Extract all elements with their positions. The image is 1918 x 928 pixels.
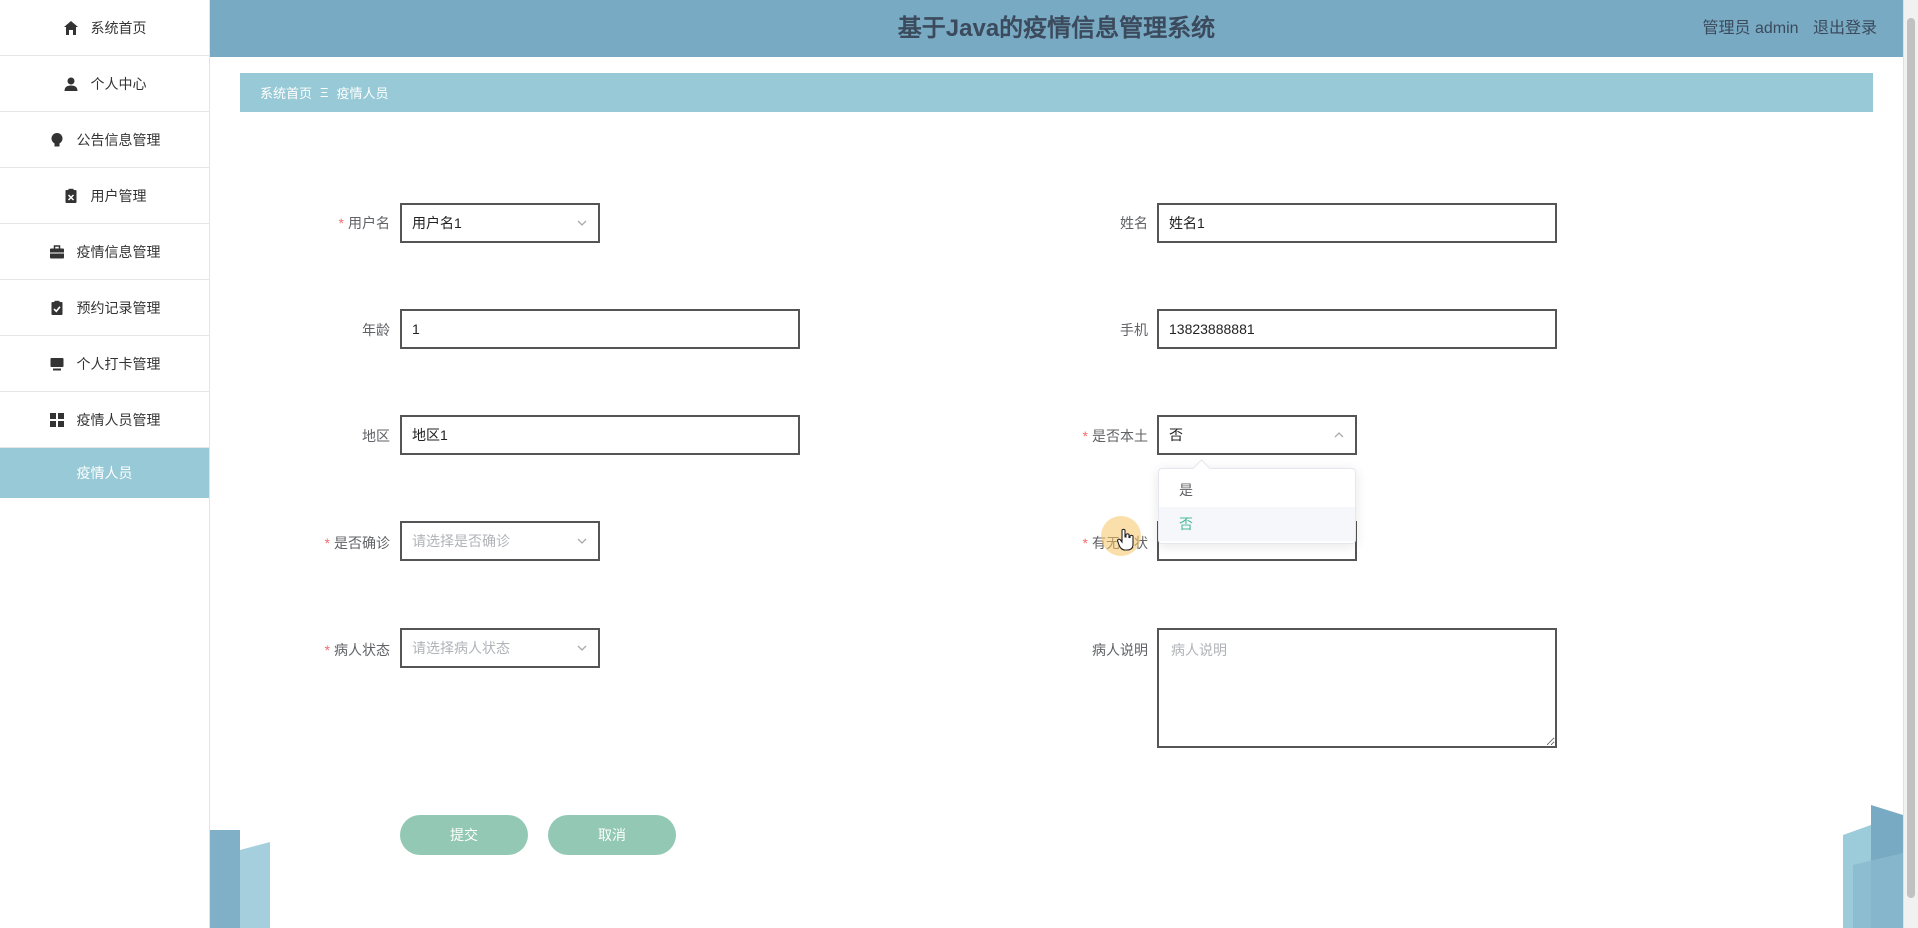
home-icon — [63, 20, 79, 36]
decorative-buildings-left — [210, 830, 270, 928]
top-header: 基于Java的疫情信息管理系统 管理员 admin 退出登录 — [210, 0, 1903, 57]
briefcase-icon — [49, 244, 65, 260]
chevron-up-icon — [1334, 432, 1344, 438]
sidebar-item-label: 个人中心 — [90, 75, 147, 92]
breadcrumb-separator: Ξ — [320, 85, 329, 100]
bulb-icon — [49, 132, 65, 148]
breadcrumb: 系统首页 Ξ 疫情人员 — [240, 73, 1873, 112]
sidebar-item-epidemic-info[interactable]: 疫情信息管理 — [0, 224, 209, 280]
phone-input[interactable]: 13823888881 — [1157, 309, 1557, 349]
is-local-label: * 是否本土 — [1082, 428, 1148, 444]
status-label: * 病人状态 — [324, 642, 390, 658]
name-label: 姓名 — [1120, 215, 1148, 231]
cancel-button[interactable]: 取消 — [548, 815, 676, 855]
chevron-down-icon — [577, 538, 587, 544]
sidebar-item-users[interactable]: 用户管理 — [0, 168, 209, 224]
vertical-scrollbar[interactable] — [1903, 0, 1918, 928]
region-label: 地区 — [362, 428, 390, 444]
sidebar-subitem-personnel[interactable]: 疫情人员 — [0, 448, 209, 498]
hand-cursor-icon — [1117, 528, 1134, 551]
sidebar-item-label: 疫情信息管理 — [76, 243, 161, 260]
note-label: 病人说明 — [1092, 642, 1148, 658]
sidebar-item-home[interactable]: 系统首页 — [0, 0, 209, 56]
is-local-select[interactable]: 否 — [1157, 415, 1357, 455]
decorative-buildings-right — [1843, 805, 1903, 928]
user-area: 管理员 admin 退出登录 — [1693, 0, 1878, 57]
sidebar-item-checkin[interactable]: 个人打卡管理 — [0, 336, 209, 392]
note-textarea[interactable] — [1157, 628, 1557, 748]
is-local-dropdown: 是 否 — [1158, 468, 1356, 544]
person-icon — [63, 76, 79, 92]
sidebar-item-profile[interactable]: 个人中心 — [0, 56, 209, 112]
chevron-down-icon — [577, 645, 587, 651]
username-select[interactable]: 用户名1 — [400, 203, 600, 243]
breadcrumb-home[interactable]: 系统首页 — [260, 83, 312, 102]
logout-button[interactable]: 退出登录 — [1813, 20, 1877, 37]
age-input[interactable]: 1 — [400, 309, 800, 349]
dropdown-option-no[interactable]: 否 — [1159, 507, 1355, 541]
username-label: * 用户名 — [338, 215, 390, 231]
sidebar-item-appointments[interactable]: 预约记录管理 — [0, 280, 209, 336]
status-select[interactable]: 请选择病人状态 — [400, 628, 600, 668]
is-confirmed-label: * 是否确诊 — [324, 535, 390, 551]
clipboard-x-icon — [63, 188, 79, 204]
user-label: 管理员 admin — [1702, 20, 1799, 37]
sidebar-item-label: 系统首页 — [90, 19, 147, 36]
phone-label: 手机 — [1120, 322, 1148, 338]
is-confirmed-select[interactable]: 请选择是否确诊 — [400, 521, 600, 561]
dropdown-option-yes[interactable]: 是 — [1159, 473, 1355, 507]
grid-icon — [49, 412, 65, 428]
sidebar-item-notices[interactable]: 公告信息管理 — [0, 112, 209, 168]
clipboard-check-icon — [49, 300, 65, 316]
sidebar: 系统首页 个人中心 公告信息管理 用户管理 疫情信息管理 预约记录管理 个人打卡… — [0, 0, 270, 928]
sidebar-item-label: 疫情人员管理 — [76, 411, 161, 428]
name-input[interactable]: 姓名1 — [1157, 203, 1557, 243]
region-input[interactable]: 地区1 — [400, 415, 800, 455]
age-label: 年龄 — [362, 322, 390, 338]
submit-button[interactable]: 提交 — [400, 815, 528, 855]
page-title: 基于Java的疫情信息管理系统 — [897, 15, 1216, 42]
sidebar-item-label: 预约记录管理 — [76, 299, 161, 316]
chevron-down-icon — [577, 220, 587, 226]
monitor-icon — [49, 356, 65, 372]
sidebar-item-label: 公告信息管理 — [76, 131, 161, 148]
sidebar-item-label: 个人打卡管理 — [76, 355, 161, 372]
scrollbar-thumb[interactable] — [1907, 18, 1915, 898]
sidebar-item-personnel[interactable]: 疫情人员管理 — [0, 392, 209, 448]
breadcrumb-current: 疫情人员 — [336, 86, 389, 101]
sidebar-item-label: 用户管理 — [90, 187, 147, 204]
